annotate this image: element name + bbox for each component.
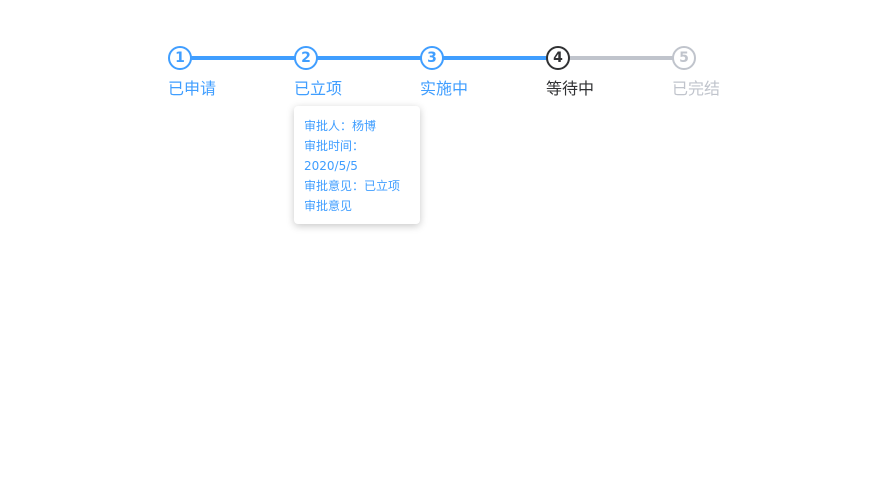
step-3-number[interactable]: 3 [420,46,444,70]
step-1-label[interactable]: 已申请 [168,79,216,99]
approval-tooltip: 审批人：杨博 审批时间： 2020/5/5 审批意见：已立项 审批意见 [294,106,420,224]
tooltip-time-label: 审批时间： [304,139,365,153]
step-2-label[interactable]: 已立项 [294,79,342,99]
step-5-number[interactable]: 5 [672,46,696,70]
step-5-label[interactable]: 已完结 [672,79,720,99]
tooltip-time-value: 2020/5/5 [304,159,358,173]
step-1-number[interactable]: 1 [168,46,192,70]
approval-steps: 1 已申请 2 已立项 3 实施中 4 等待中 5 已完结 审批人：杨博 审批时… [0,0,888,500]
step-2-number[interactable]: 2 [294,46,318,70]
step-connector-2-3 [316,56,422,60]
step-connector-3-4 [442,56,548,60]
step-3-label[interactable]: 实施中 [420,79,468,99]
step-4-number[interactable]: 4 [546,46,570,70]
tooltip-approver: 审批人：杨博 [304,119,377,133]
step-connector-1-2 [190,56,296,60]
tooltip-opinion-line1: 审批意见：已立项 [304,179,401,193]
tooltip-opinion-line2: 审批意见 [304,199,353,213]
step-4-label[interactable]: 等待中 [546,79,594,99]
step-connector-4-5 [568,56,674,60]
